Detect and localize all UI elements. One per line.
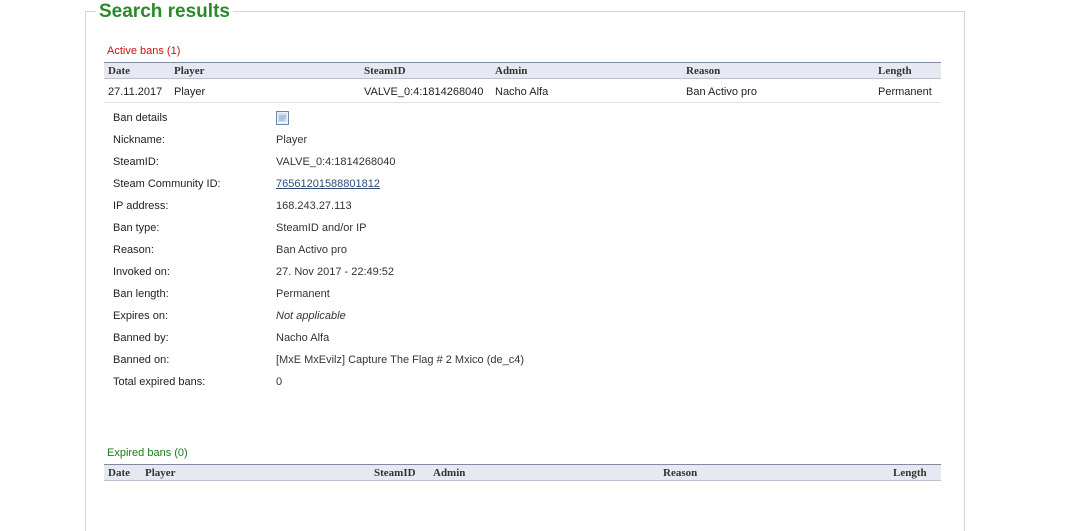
col-admin[interactable]: Admin xyxy=(433,467,465,479)
col-reason[interactable]: Reason xyxy=(686,65,720,77)
invoked-on-value: 27. Nov 2017 - 22:49:52 xyxy=(276,266,395,278)
total-expired-bans-label: Total expired bans: xyxy=(113,376,206,388)
community-id-label: Steam Community ID: xyxy=(113,178,221,190)
col-date[interactable]: Date xyxy=(108,65,130,77)
document-icon[interactable] xyxy=(276,111,289,125)
reason-value: Ban Activo pro xyxy=(276,244,347,256)
active-bans-title: Active bans (1) xyxy=(107,45,181,57)
col-player[interactable]: Player xyxy=(145,467,176,479)
col-steamid[interactable]: SteamID xyxy=(374,467,416,479)
ip-address-value: 168.243.27.113 xyxy=(276,200,352,212)
table-row[interactable]: 27.11.2017 Player VALVE_0:4:1814268040 N… xyxy=(104,82,941,103)
page-title: Search results xyxy=(96,1,233,23)
active-bans-header: Date Player SteamID Admin Reason Length xyxy=(104,62,941,79)
community-id-cell: 76561201588801812 xyxy=(276,178,380,190)
community-id-link[interactable]: 76561201588801812 xyxy=(276,178,380,190)
expires-on-value: Not applicable xyxy=(276,310,346,322)
cell-date: 27.11.2017 xyxy=(108,86,163,98)
cell-reason: Ban Activo pro xyxy=(686,86,757,98)
col-steamid[interactable]: SteamID xyxy=(364,65,406,77)
col-admin[interactable]: Admin xyxy=(495,65,527,77)
banned-by-value: Nacho Alfa xyxy=(276,332,330,344)
expired-bans-header: Date Player SteamID Admin Reason Length xyxy=(104,464,941,481)
steamid-value: VALVE_0:4:1814268040 xyxy=(276,156,396,168)
reason-label: Reason: xyxy=(113,244,154,256)
ban-type-label: Ban type: xyxy=(113,222,160,234)
col-length[interactable]: Length xyxy=(878,65,912,77)
cell-admin: Nacho Alfa xyxy=(495,86,549,98)
col-date[interactable]: Date xyxy=(108,467,130,479)
nickname-value: Player xyxy=(276,134,308,146)
col-length[interactable]: Length xyxy=(893,467,927,479)
ban-length-label: Ban length: xyxy=(113,288,169,300)
steamid-label: SteamID: xyxy=(113,156,159,168)
col-reason[interactable]: Reason xyxy=(663,467,697,479)
total-expired-bans-value: 0 xyxy=(276,376,283,388)
cell-player: Player xyxy=(174,86,206,98)
expires-on-label: Expires on: xyxy=(113,310,169,322)
ban-details-label: Ban details xyxy=(113,112,168,124)
ban-type-value: SteamID and/or IP xyxy=(276,222,367,234)
col-player[interactable]: Player xyxy=(174,65,205,77)
cell-length: Permanent xyxy=(878,86,932,98)
expired-bans-title: Expired bans (0) xyxy=(107,447,188,459)
cell-steamid: VALVE_0:4:1814268040 xyxy=(364,86,484,98)
ban-length-value: Permanent xyxy=(276,288,330,300)
banned-on-label: Banned on: xyxy=(113,354,170,366)
banned-by-label: Banned by: xyxy=(113,332,169,344)
nickname-label: Nickname: xyxy=(113,134,165,146)
banned-on-value: [MxE MxEvilz] Capture The Flag # 2 Mxico… xyxy=(276,354,524,366)
invoked-on-label: Invoked on: xyxy=(113,266,170,278)
ip-address-label: IP address: xyxy=(113,200,169,212)
